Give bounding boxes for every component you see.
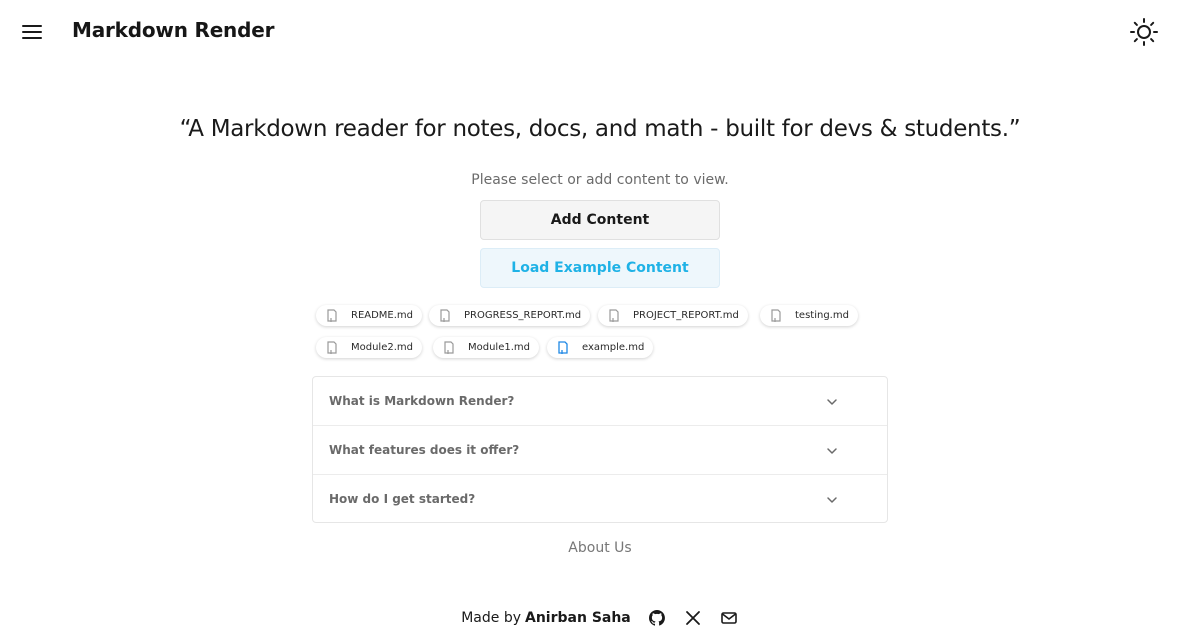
faq-accordion: What is Markdown Render? What features d… bbox=[312, 376, 888, 523]
x-icon[interactable] bbox=[683, 608, 703, 628]
file-icon bbox=[609, 308, 619, 322]
file-icon-selected bbox=[558, 340, 568, 354]
file-icon bbox=[771, 308, 781, 322]
faq-item-what-is[interactable]: What is Markdown Render? bbox=[313, 377, 887, 426]
file-icon bbox=[444, 340, 454, 354]
chevron-down-icon bbox=[827, 399, 837, 405]
made-by-label: Made by bbox=[461, 610, 521, 626]
app-title: Markdown Render bbox=[72, 18, 275, 42]
file-icon bbox=[327, 340, 337, 354]
file-icon bbox=[440, 308, 450, 322]
header: Markdown Render bbox=[0, 0, 1200, 64]
footer: Made by Anirban Saha bbox=[0, 606, 1200, 630]
faq-item-get-started[interactable]: How do I get started? bbox=[313, 475, 887, 524]
file-chip-example[interactable]: example.md bbox=[547, 337, 654, 358]
faq-question: What features does it offer? bbox=[329, 443, 520, 457]
file-chip-label: Module2.md bbox=[351, 342, 413, 353]
file-icon bbox=[327, 308, 337, 322]
file-chip-label: Module1.md bbox=[468, 342, 530, 353]
file-chip-module2[interactable]: Module2.md bbox=[316, 337, 422, 358]
chevron-down-icon bbox=[827, 448, 837, 454]
faq-question: How do I get started? bbox=[329, 492, 476, 506]
author-name: Anirban Saha bbox=[525, 610, 631, 626]
mail-icon[interactable] bbox=[719, 608, 739, 628]
file-chip-project-report[interactable]: PROJECT_REPORT.md bbox=[598, 305, 748, 326]
file-chip-label: README.md bbox=[351, 310, 414, 321]
file-chip-label: example.md bbox=[582, 342, 645, 353]
chevron-down-icon bbox=[827, 497, 837, 503]
file-chip-readme[interactable]: README.md bbox=[316, 305, 423, 326]
file-chip-progress-report[interactable]: PROGRESS_REPORT.md bbox=[429, 305, 591, 326]
about-us-container: About Us bbox=[0, 540, 1200, 556]
faq-item-features[interactable]: What features does it offer? bbox=[313, 426, 887, 475]
faq-question: What is Markdown Render? bbox=[329, 394, 515, 408]
load-example-content-button[interactable]: Load Example Content bbox=[480, 248, 720, 288]
about-us-link[interactable]: About Us bbox=[568, 540, 631, 556]
file-chip-label: PROJECT_REPORT.md bbox=[633, 310, 739, 321]
file-chip-label: PROGRESS_REPORT.md bbox=[464, 310, 582, 321]
tagline: “A Markdown reader for notes, docs, and … bbox=[179, 116, 1021, 142]
sun-icon[interactable] bbox=[1128, 16, 1160, 48]
file-chip-label: testing.md bbox=[795, 310, 849, 321]
file-chip-testing[interactable]: testing.md bbox=[760, 305, 858, 326]
add-content-button[interactable]: Add Content bbox=[480, 200, 720, 240]
file-chip-module1[interactable]: Module1.md bbox=[433, 337, 539, 358]
hamburger-menu-icon[interactable] bbox=[20, 20, 44, 44]
github-icon[interactable] bbox=[647, 608, 667, 628]
empty-state-message: Please select or add content to view. bbox=[471, 172, 729, 188]
